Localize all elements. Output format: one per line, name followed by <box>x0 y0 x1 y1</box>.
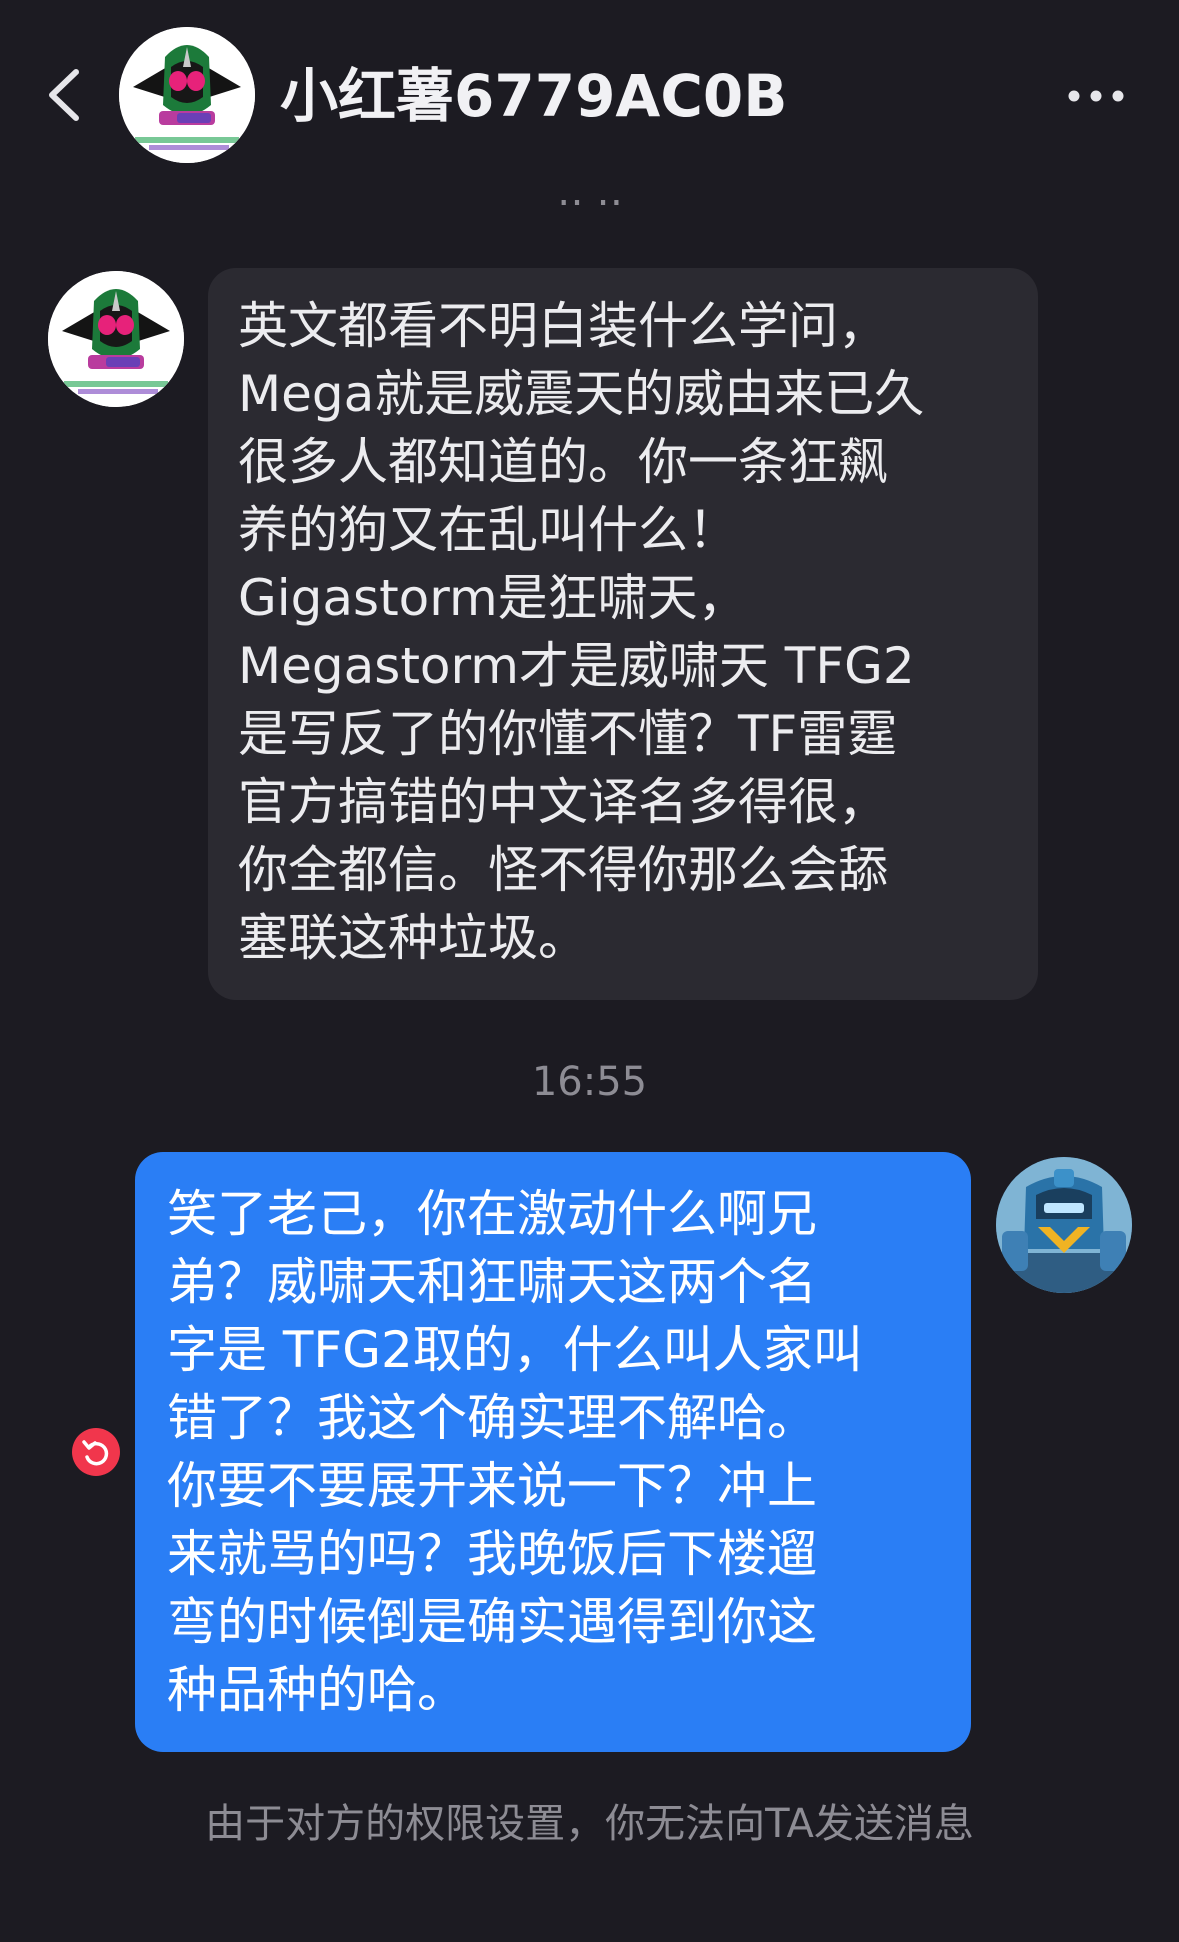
contact-name: 小红薯6779AC0B <box>280 62 788 130</box>
contact-avatar[interactable] <box>119 27 255 163</box>
outgoing-message-bubble[interactable]: 笑了老己，你在激动什么啊兄 弟？威啸天和狂啸天这两个名 字是 TFG2取的，什么… <box>135 1152 971 1752</box>
previous-timestamp: ‥ ‥ <box>520 196 660 214</box>
masked-rider-avatar-image <box>119 27 255 163</box>
masked-rider-avatar-image <box>48 271 184 407</box>
resend-icon[interactable] <box>72 1428 120 1476</box>
resend-arrow-icon <box>82 1440 109 1466</box>
my-avatar[interactable] <box>996 1157 1132 1293</box>
more-options-button[interactable] <box>1066 78 1126 114</box>
permission-notice: 由于对方的权限设置，你无法向TA发送消息 <box>205 1801 974 1847</box>
message-timestamp: 16:55 <box>531 1059 648 1105</box>
ellipsis-icon <box>1068 90 1124 102</box>
chevron-left-icon <box>49 69 79 121</box>
incoming-message-bubble[interactable]: 英文都看不明白装什么学问， Mega就是威震天的威由来已久 很多人都知道的。你一… <box>208 268 1038 1000</box>
chat-header: 小红薯6779AC0B <box>0 0 1179 190</box>
robot-avatar-image <box>996 1157 1132 1293</box>
back-button[interactable] <box>40 62 88 128</box>
contact-message-avatar[interactable] <box>48 271 184 407</box>
